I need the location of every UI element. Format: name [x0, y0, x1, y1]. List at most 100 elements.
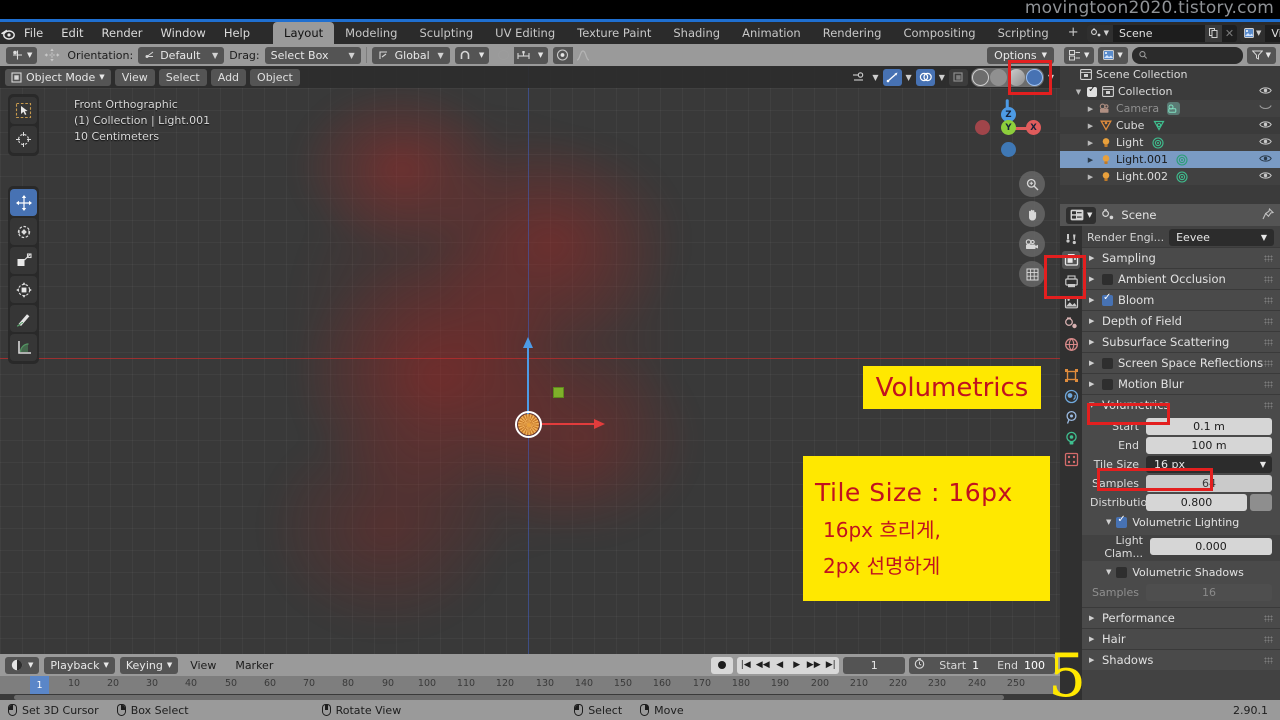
- panel-motion-blur[interactable]: ▶ Motion Blur: [1082, 373, 1280, 394]
- orientation-dropdown[interactable]: Default ▼: [138, 46, 225, 64]
- transform-tool-icon[interactable]: [10, 276, 37, 303]
- light-data-icon[interactable]: [1151, 136, 1164, 149]
- drag-grip-icon[interactable]: [1264, 254, 1273, 262]
- disclosure-closed-icon[interactable]: ▶: [1086, 139, 1095, 147]
- distribution-slider-handle[interactable]: [1250, 494, 1272, 511]
- gizmo-chevron-down-icon[interactable]: ▼: [905, 73, 913, 82]
- add-workspace-button[interactable]: +: [1060, 22, 1087, 44]
- volumetric-shadows-checkbox[interactable]: [1116, 566, 1128, 578]
- camera-object-icon[interactable]: [1167, 102, 1181, 115]
- physics-tab-icon[interactable]: [1062, 408, 1080, 426]
- scale-tool-icon[interactable]: [10, 247, 37, 274]
- drag-dropdown[interactable]: Select Box ▼: [264, 46, 361, 64]
- snap-move-icon[interactable]: [42, 47, 62, 64]
- measure-tool-icon[interactable]: [10, 334, 37, 361]
- panel-ambient-occlusion[interactable]: ▶ Ambient Occlusion: [1082, 268, 1280, 289]
- ssr-checkbox[interactable]: [1102, 357, 1113, 369]
- menu-render[interactable]: Render: [93, 22, 152, 44]
- smooth-falloff-icon[interactable]: [573, 47, 593, 64]
- tab-animation[interactable]: Animation: [731, 22, 812, 44]
- drag-grip-icon[interactable]: [1264, 380, 1273, 388]
- visibility-icon[interactable]: [849, 69, 868, 86]
- tile-size-dropdown[interactable]: 16 px ▼: [1146, 456, 1272, 473]
- menu-help[interactable]: Help: [215, 22, 259, 44]
- collection-checkbox[interactable]: [1087, 84, 1097, 97]
- navigation-gizmo[interactable]: Z Y X: [971, 91, 1045, 165]
- outliner-row-light[interactable]: ▶ Light: [1060, 134, 1280, 151]
- disclosure-closed-icon[interactable]: ▶: [1086, 122, 1095, 130]
- panel-volumetrics[interactable]: ▼ Volumetrics: [1082, 394, 1280, 415]
- disclosure-open-icon[interactable]: ▼: [1106, 568, 1111, 576]
- visibility-chevron-down-icon[interactable]: ▼: [871, 73, 879, 82]
- playhead[interactable]: 1: [30, 676, 49, 694]
- material-preview-icon[interactable]: [1007, 68, 1025, 86]
- visibility-eye-icon[interactable]: [1259, 137, 1272, 149]
- viewport-menu-object[interactable]: Object: [250, 68, 300, 86]
- scene-icon[interactable]: ▼: [1086, 24, 1113, 42]
- disclosure-closed-icon[interactable]: ▶: [1089, 656, 1097, 664]
- menu-file[interactable]: File: [15, 22, 52, 44]
- tab-layout[interactable]: Layout: [273, 22, 335, 44]
- disclosure-closed-icon[interactable]: ▶: [1089, 359, 1097, 367]
- properties-editor[interactable]: ▼ Scene Render Engi... Eevee ▼ ▶ Samplin…: [1060, 204, 1280, 700]
- field-volumetrics-start[interactable]: Start 0.1 m: [1090, 418, 1272, 435]
- overlays-icon[interactable]: [915, 68, 935, 86]
- menu-window[interactable]: Window: [151, 22, 214, 44]
- outliner-row-scene-collection[interactable]: Scene Collection: [1060, 66, 1280, 83]
- camera-view-icon[interactable]: [1019, 231, 1045, 257]
- magnet-icon[interactable]: [454, 46, 475, 64]
- menu-edit[interactable]: Edit: [52, 22, 92, 44]
- material-tab-icon[interactable]: [1062, 450, 1080, 468]
- drag-grip-icon[interactable]: [1264, 338, 1273, 346]
- panel-bloom[interactable]: ▶ Bloom: [1082, 289, 1280, 310]
- gizmo-axis-neg-x[interactable]: [975, 120, 990, 135]
- field-value[interactable]: 64: [1146, 475, 1272, 492]
- drag-grip-icon[interactable]: [1264, 275, 1273, 283]
- view-layer-selector[interactable]: ▼ View Layer ✕: [1240, 24, 1280, 42]
- field-light-clamping[interactable]: Light Clam... 0.000: [1090, 534, 1272, 560]
- active-tool-icon[interactable]: ▼: [6, 46, 38, 64]
- tool-tab-icon[interactable]: [1062, 230, 1080, 248]
- tab-sculpting[interactable]: Sculpting: [408, 22, 484, 44]
- outliner-row-cube[interactable]: ▶ Cube: [1060, 117, 1280, 134]
- outliner-row-collection[interactable]: ▼ Collection: [1060, 83, 1280, 100]
- disclosure-open-icon[interactable]: ▼: [1106, 518, 1111, 526]
- panel-performance[interactable]: ▶ Performance: [1082, 607, 1280, 628]
- drag-grip-icon[interactable]: [1264, 296, 1273, 304]
- outliner-filter-image-icon[interactable]: ▼: [1098, 46, 1128, 64]
- play-reverse-icon[interactable]: ◀: [771, 660, 788, 670]
- visibility-eye-icon[interactable]: [1259, 120, 1272, 132]
- volumetric-lighting-checkbox[interactable]: [1116, 514, 1128, 528]
- ambient-occlusion-checkbox[interactable]: [1102, 273, 1113, 285]
- viewport-menu-select[interactable]: Select: [158, 68, 207, 86]
- field-value[interactable]: 0.800: [1146, 494, 1247, 511]
- move-tool-icon[interactable]: [10, 189, 37, 216]
- properties-editor-type-dropdown[interactable]: ▼: [1066, 206, 1097, 224]
- tab-rendering[interactable]: Rendering: [812, 22, 893, 44]
- gizmo-icon[interactable]: [882, 68, 902, 86]
- play-icon[interactable]: ▶: [788, 660, 805, 670]
- tab-uv-editing[interactable]: UV Editing: [484, 22, 566, 44]
- visibility-eye-closed-icon[interactable]: [1259, 103, 1272, 114]
- outliner-search-input[interactable]: [1131, 46, 1243, 64]
- disclosure-closed-icon[interactable]: ▶: [1089, 614, 1097, 622]
- tab-compositing[interactable]: Compositing: [892, 22, 986, 44]
- transform-orientation-dropdown[interactable]: Global ▼: [371, 46, 450, 64]
- timeline-menu-view[interactable]: View: [183, 659, 223, 672]
- panel-sampling[interactable]: ▶ Sampling: [1082, 247, 1280, 268]
- timeline-ruler[interactable]: 1 10 20 30 40 50 60 70 80 90 100 110 120…: [0, 676, 1060, 694]
- 3d-viewport[interactable]: Object Mode ▼ View Select Add Object ▼ ▼…: [0, 66, 1060, 654]
- viewport-menu-add[interactable]: Add: [210, 68, 247, 86]
- disclosure-closed-icon[interactable]: ▶: [1089, 635, 1097, 643]
- wireframe-shading-icon[interactable]: [971, 68, 989, 86]
- disclosure-open-icon[interactable]: ▼: [1074, 88, 1083, 96]
- outliner-row-light-001[interactable]: ▶ Light.001: [1060, 151, 1280, 168]
- scene-selector[interactable]: ▼ Scene ✕: [1086, 24, 1237, 42]
- visibility-eye-icon[interactable]: [1259, 86, 1272, 98]
- tweak-select-icon[interactable]: [10, 97, 37, 124]
- outliner-row-light-002[interactable]: ▶ Light.002: [1060, 168, 1280, 185]
- data-tab-icon[interactable]: [1062, 429, 1080, 447]
- disclosure-closed-icon[interactable]: ▶: [1089, 338, 1097, 346]
- timeline-editor[interactable]: ▼ Playback ▼ Keying ▼ View Marker |◀ ◀◀ …: [0, 654, 1060, 700]
- light-data-icon[interactable]: [1176, 170, 1189, 183]
